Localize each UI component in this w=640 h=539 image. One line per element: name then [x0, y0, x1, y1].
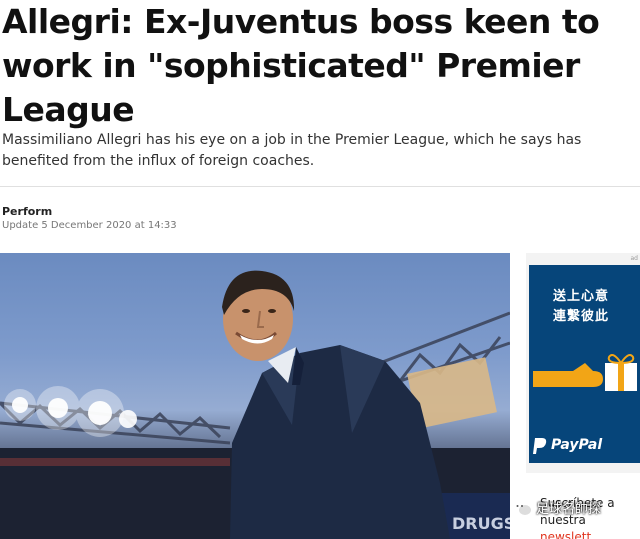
hero-image[interactable]: DRUGS: [0, 253, 510, 539]
watermark: 足球名帥探: [512, 498, 601, 517]
ad-badge: ad: [630, 255, 639, 262]
paypal-icon: [533, 438, 547, 454]
watermark-text: 足球名帥探: [536, 502, 602, 517]
article-headline: Allegri: Ex-Juventus boss keen to work i…: [2, 2, 600, 129]
divider: [0, 186, 640, 187]
ad-banner[interactable]: 送上心意 連繫彼此 PayPal: [529, 265, 640, 463]
gift-icon: [533, 354, 637, 391]
article-standfirst: Massimiliano Allegri has his eye on a jo…: [2, 132, 582, 169]
byline-date: Update 5 December 2020 at 14:33: [2, 220, 177, 231]
wechat-icon: [513, 500, 531, 515]
ad-brand: PayPal: [551, 437, 603, 453]
byline-source[interactable]: Perform: [2, 205, 52, 218]
ad-line-1: 送上心意: [553, 289, 610, 304]
advertisement[interactable]: ad 送上心意 連繫彼此 PayPal: [526, 253, 640, 473]
stadium-banner-text: DRUGS: [452, 514, 510, 533]
ad-line-2: 連繫彼此: [553, 309, 610, 324]
stadium-photo: DRUGS: [0, 270, 510, 539]
newsletter-line-2-accent: newslett: [540, 530, 592, 539]
